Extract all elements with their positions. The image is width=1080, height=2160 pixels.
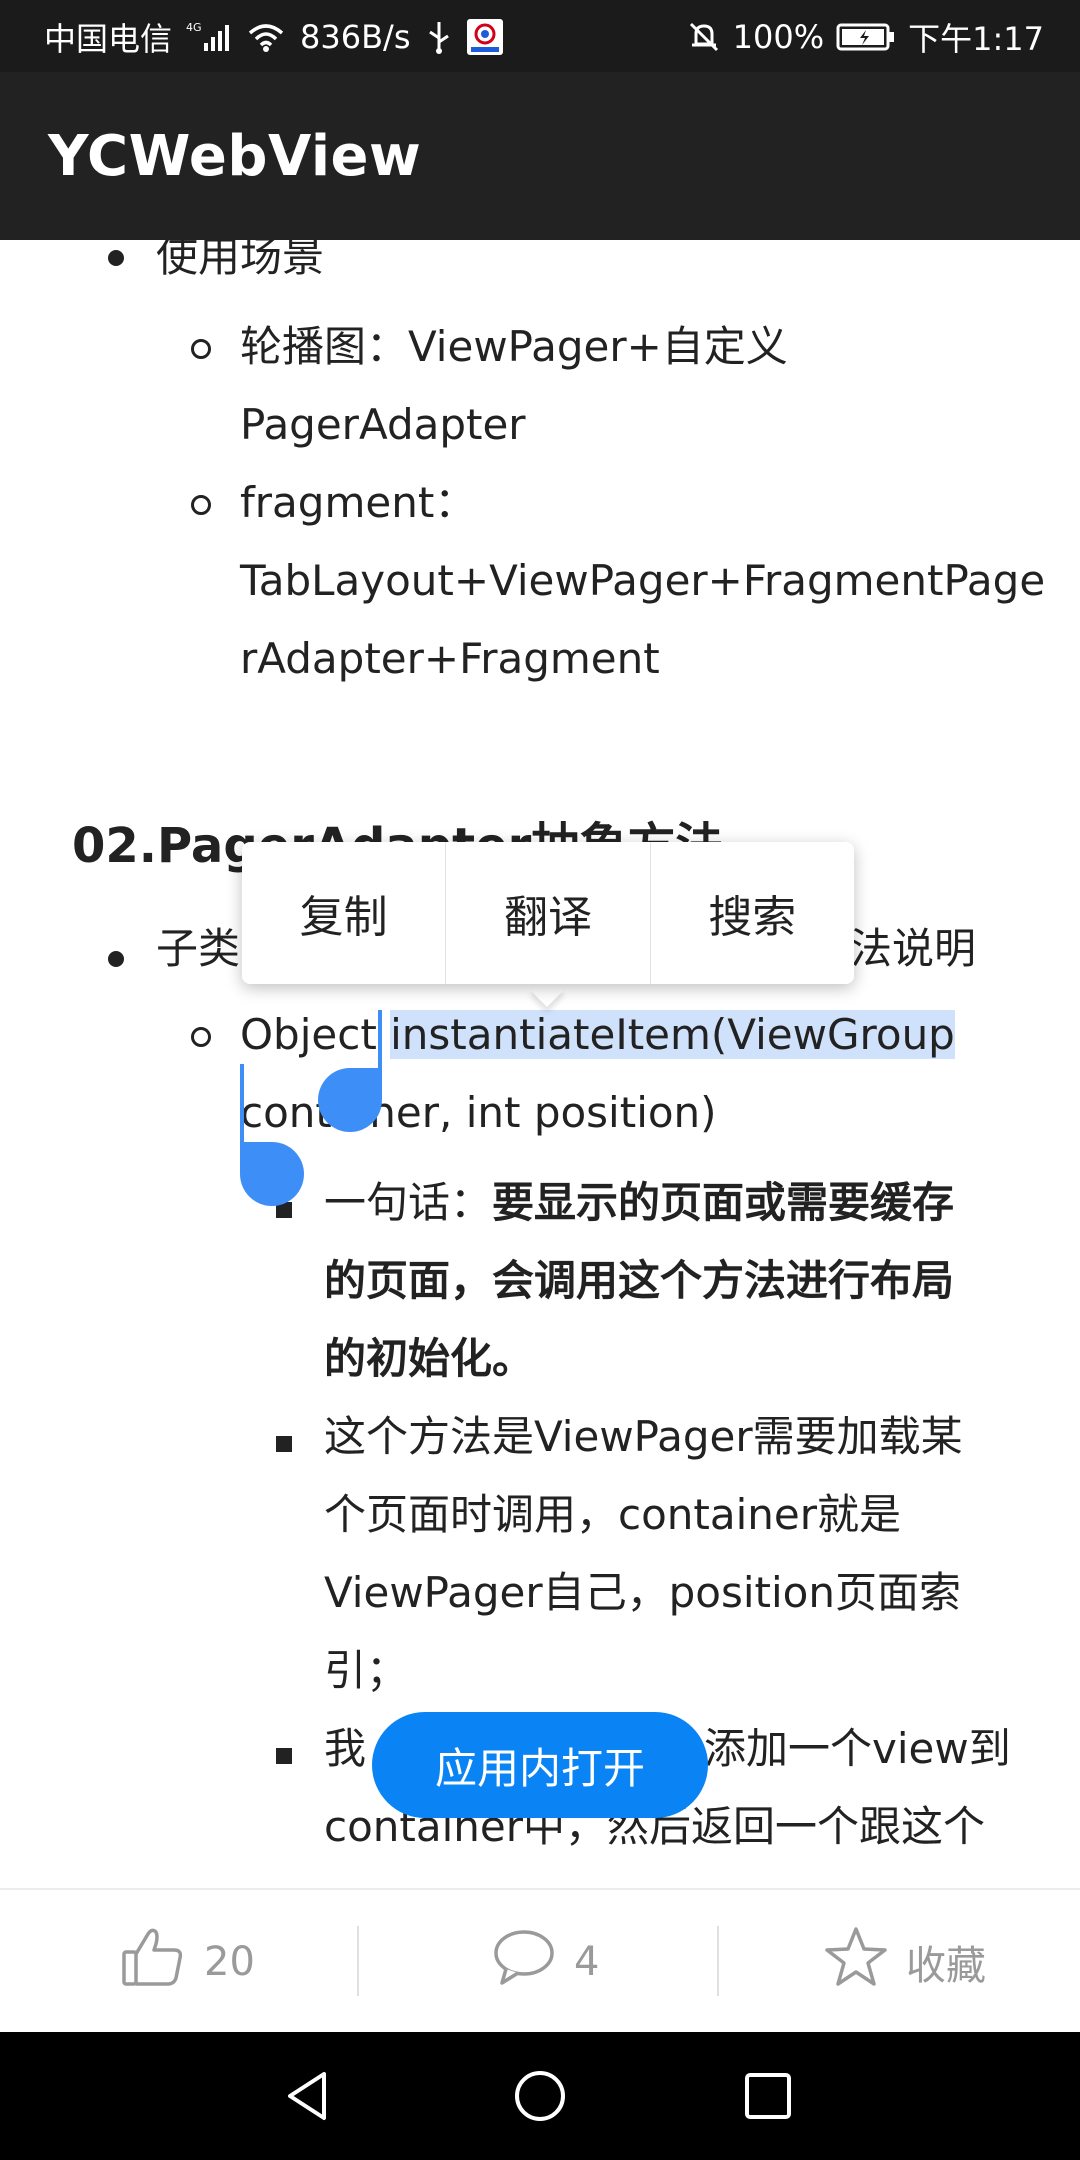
carrier-label: 中国电信: [44, 20, 173, 58]
copy-button[interactable]: 复制: [242, 842, 447, 984]
bullet-disc: [108, 951, 124, 967]
signal-icon: 4G: [186, 21, 232, 53]
battery-icon: [836, 22, 896, 52]
home-icon[interactable]: [504, 2060, 576, 2132]
detail1-line4: 引；: [324, 1646, 409, 1695]
battery-percent: 100%: [732, 18, 825, 56]
comment-button[interactable]: 4: [492, 1890, 599, 2034]
divider: [717, 1926, 719, 1996]
fragment-item-line2: TabLayout+ViewPager+FragmentPage: [240, 556, 1046, 605]
status-bar: 中国电信 4G 836B/s 100% 下午1:17: [0, 0, 1080, 72]
selection-end-handle[interactable]: [240, 1142, 304, 1206]
system-nav-bar: [0, 2032, 1080, 2160]
method-prefix: Object: [240, 1010, 391, 1059]
summary-bold-1: 要显示的页面或需要缓存: [492, 1178, 955, 1227]
bullet-circle: [191, 495, 211, 515]
detail2-start: 我: [324, 1724, 367, 1773]
search-button[interactable]: 搜索: [651, 842, 854, 984]
mute-icon: [687, 20, 721, 54]
wifi-icon: [246, 21, 286, 53]
thumbs-up-icon: [120, 1924, 186, 2000]
like-button[interactable]: 20: [120, 1890, 255, 2034]
usb-icon: [425, 20, 453, 54]
usage-bullet-text: 使用场景: [156, 240, 325, 281]
translate-button[interactable]: 翻译: [446, 842, 651, 984]
bullet-square: [276, 1748, 292, 1764]
selection-caret-bar: [240, 1064, 244, 1144]
fragment-item-line3: rAdapter+Fragment: [240, 634, 660, 683]
divider: [357, 1926, 359, 1996]
network-speed: 836B/s: [300, 18, 411, 56]
bottom-action-bar: 20 4 收藏: [0, 1888, 1080, 2034]
like-count: 20: [204, 1939, 255, 1985]
text-selection-menu: 复制 翻译 搜索: [242, 842, 854, 984]
bullet-disc: [108, 250, 124, 266]
detail2-end: 添加一个view到: [704, 1724, 1011, 1773]
app-bar: YCWebView: [0, 72, 1080, 240]
detail1-line1: 这个方法是ViewPager需要加载某: [324, 1412, 963, 1461]
detail1-line3: ViewPager自己，position页面索: [324, 1568, 961, 1617]
method-line2: container, int position): [240, 1088, 717, 1137]
favorite-label: 收藏: [906, 1943, 986, 1989]
bullet-square: [276, 1436, 292, 1452]
back-icon[interactable]: [272, 2060, 344, 2132]
article-content[interactable]: 使用场景 轮播图：ViewPager+自定义 PagerAdapter frag…: [0, 240, 1080, 1890]
summary-line1: 一句话：要显示的页面或需要缓存: [324, 1164, 954, 1242]
selection-start-handle[interactable]: [318, 1068, 382, 1132]
app-notification-icon: [466, 19, 503, 55]
clock: 下午1:17: [908, 20, 1044, 58]
app-title: YCWebView: [48, 124, 422, 189]
method-line1[interactable]: Object instantiateItem(ViewGroup: [240, 996, 955, 1074]
comment-icon: [492, 1927, 556, 1997]
carousel-item-line2: PagerAdapter: [240, 400, 526, 449]
carousel-item-line1: 轮播图：ViewPager+自定义: [240, 322, 788, 371]
favorite-button[interactable]: 收藏: [824, 1890, 986, 2034]
star-icon: [824, 1925, 888, 1999]
subclass-bullet-end: 法说明: [850, 924, 977, 973]
fragment-item-line1: fragment：: [240, 478, 477, 527]
summary-bold-2: 的页面，会调用这个方法进行布局: [324, 1256, 955, 1305]
summary-bold-3: 的初始化。: [324, 1334, 535, 1383]
recents-icon[interactable]: [732, 2060, 804, 2132]
detail1-line2: 个页面时调用，container就是: [324, 1490, 902, 1539]
bullet-circle: [191, 339, 211, 359]
selected-text[interactable]: instantiateItem(ViewGroup: [390, 1010, 955, 1059]
summary-label: 一句话：: [324, 1178, 493, 1227]
open-in-app-button[interactable]: 应用内打开: [372, 1712, 708, 1818]
bullet-circle: [191, 1027, 211, 1047]
svg-text:4G: 4G: [186, 21, 202, 34]
subclass-bullet-start: 子类: [156, 924, 241, 973]
comment-count: 4: [574, 1939, 600, 1985]
